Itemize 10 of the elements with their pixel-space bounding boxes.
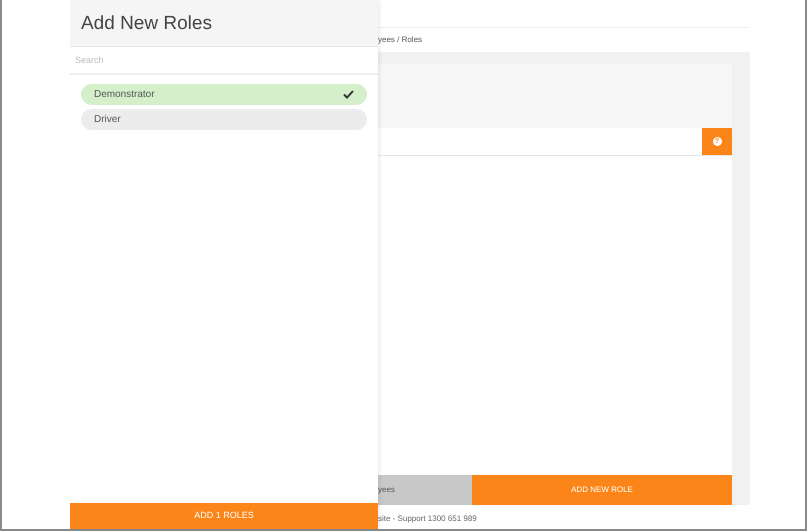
role-item[interactable]: Demonstrator [81, 84, 367, 105]
footer-text: site - Support 1300 651 989 [378, 513, 477, 525]
role-item[interactable]: Driver [81, 109, 367, 130]
employees-button[interactable]: yees [378, 475, 472, 505]
check-icon [343, 90, 354, 99]
search-field[interactable]: Search [70, 47, 378, 75]
panel-title: Add New Roles [81, 12, 213, 36]
add-roles-button[interactable]: ADD 1 ROLES [70, 503, 378, 529]
breadcrumb: yees / Roles [378, 34, 422, 46]
add-role-button[interactable]: ADD NEW ROLE [472, 475, 732, 505]
